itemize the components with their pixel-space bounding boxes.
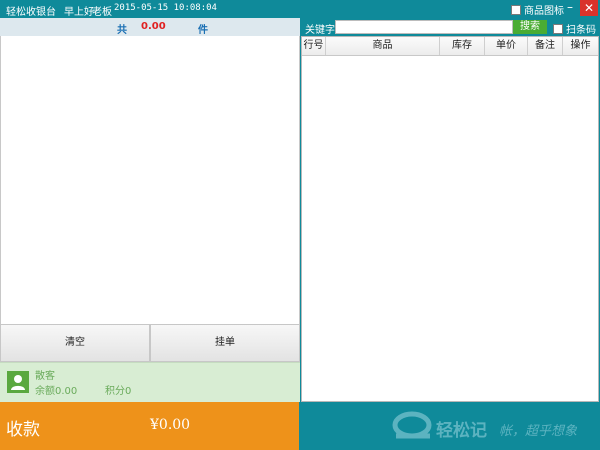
cart-amount: 0.00 bbox=[141, 21, 166, 32]
minimize-button[interactable]: – bbox=[563, 1, 577, 15]
checkout-total: ¥0.00 bbox=[150, 417, 191, 433]
search-button[interactable]: 搜索 bbox=[513, 20, 547, 34]
product-icon-label: 商品图标 bbox=[524, 6, 564, 17]
search-bar: 关键字 搜索 扫条码 bbox=[300, 18, 600, 36]
cart-summary: 共 0.00 件 bbox=[0, 18, 300, 36]
brand-logo-icon bbox=[392, 410, 434, 445]
cart-unit-label: 件 bbox=[198, 25, 208, 36]
column-header-product[interactable]: 商品 bbox=[326, 37, 440, 55]
checkout-button[interactable]: 收款 ¥0.00 bbox=[0, 402, 299, 450]
member-points: 积分0 bbox=[105, 386, 132, 397]
member-name: 散客 bbox=[35, 371, 55, 382]
column-header-action[interactable]: 操作 bbox=[563, 37, 598, 55]
cart-total-label: 共 bbox=[117, 25, 127, 36]
column-header-price[interactable]: 单价 bbox=[485, 37, 528, 55]
cart-actions: 清空 挂单 bbox=[0, 324, 300, 362]
keyword-input[interactable] bbox=[335, 20, 513, 34]
product-icon-toggle[interactable]: 商品图标 bbox=[511, 2, 564, 17]
avatar-icon bbox=[7, 371, 29, 393]
datetime-text: 2015-05-15 10:08:04 bbox=[114, 3, 217, 13]
hold-order-button[interactable]: 挂单 bbox=[150, 324, 300, 362]
user-name: 老板 bbox=[92, 7, 112, 18]
brand-slogan: 帐，超乎想象 bbox=[499, 424, 578, 439]
product-panel: 关键字 搜索 扫条码 行号 商品 库存 单价 备注 操作 bbox=[300, 18, 600, 402]
cart-item-list[interactable] bbox=[0, 36, 300, 342]
cart-panel: 共 0.00 件 清空 挂单 散客 余额0.00 积分0 bbox=[0, 18, 300, 402]
product-table: 行号 商品 库存 单价 备注 操作 bbox=[301, 36, 599, 402]
column-header-stock[interactable]: 库存 bbox=[440, 37, 485, 55]
table-header: 行号 商品 库存 单价 备注 操作 bbox=[302, 37, 598, 56]
scan-barcode-label: 扫条码 bbox=[566, 25, 596, 36]
brand-footer: 轻松记 帐，超乎想象 bbox=[300, 402, 600, 450]
column-header-row-number[interactable]: 行号 bbox=[302, 37, 326, 55]
clear-button[interactable]: 清空 bbox=[0, 324, 150, 362]
close-button[interactable]: ✕ bbox=[580, 0, 598, 16]
brand-name: 轻松记 bbox=[436, 421, 487, 441]
table-body[interactable] bbox=[302, 56, 598, 401]
greeting-text: 早上好 bbox=[64, 7, 94, 18]
title-bar: 轻松收银台 早上好 老板 2015-05-15 10:08:04 商品图标 – … bbox=[0, 0, 600, 18]
column-header-note[interactable]: 备注 bbox=[528, 37, 563, 55]
scan-barcode-toggle[interactable]: 扫条码 bbox=[553, 21, 596, 36]
app-title: 轻松收银台 bbox=[6, 7, 56, 18]
keyword-label: 关键字 bbox=[305, 25, 335, 36]
product-icon-checkbox[interactable] bbox=[511, 4, 521, 15]
member-balance: 余额0.00 bbox=[35, 386, 78, 397]
member-info[interactable]: 散客 余额0.00 积分0 bbox=[0, 362, 300, 402]
checkout-label: 收款 bbox=[6, 420, 40, 440]
scan-barcode-checkbox[interactable] bbox=[553, 23, 563, 34]
